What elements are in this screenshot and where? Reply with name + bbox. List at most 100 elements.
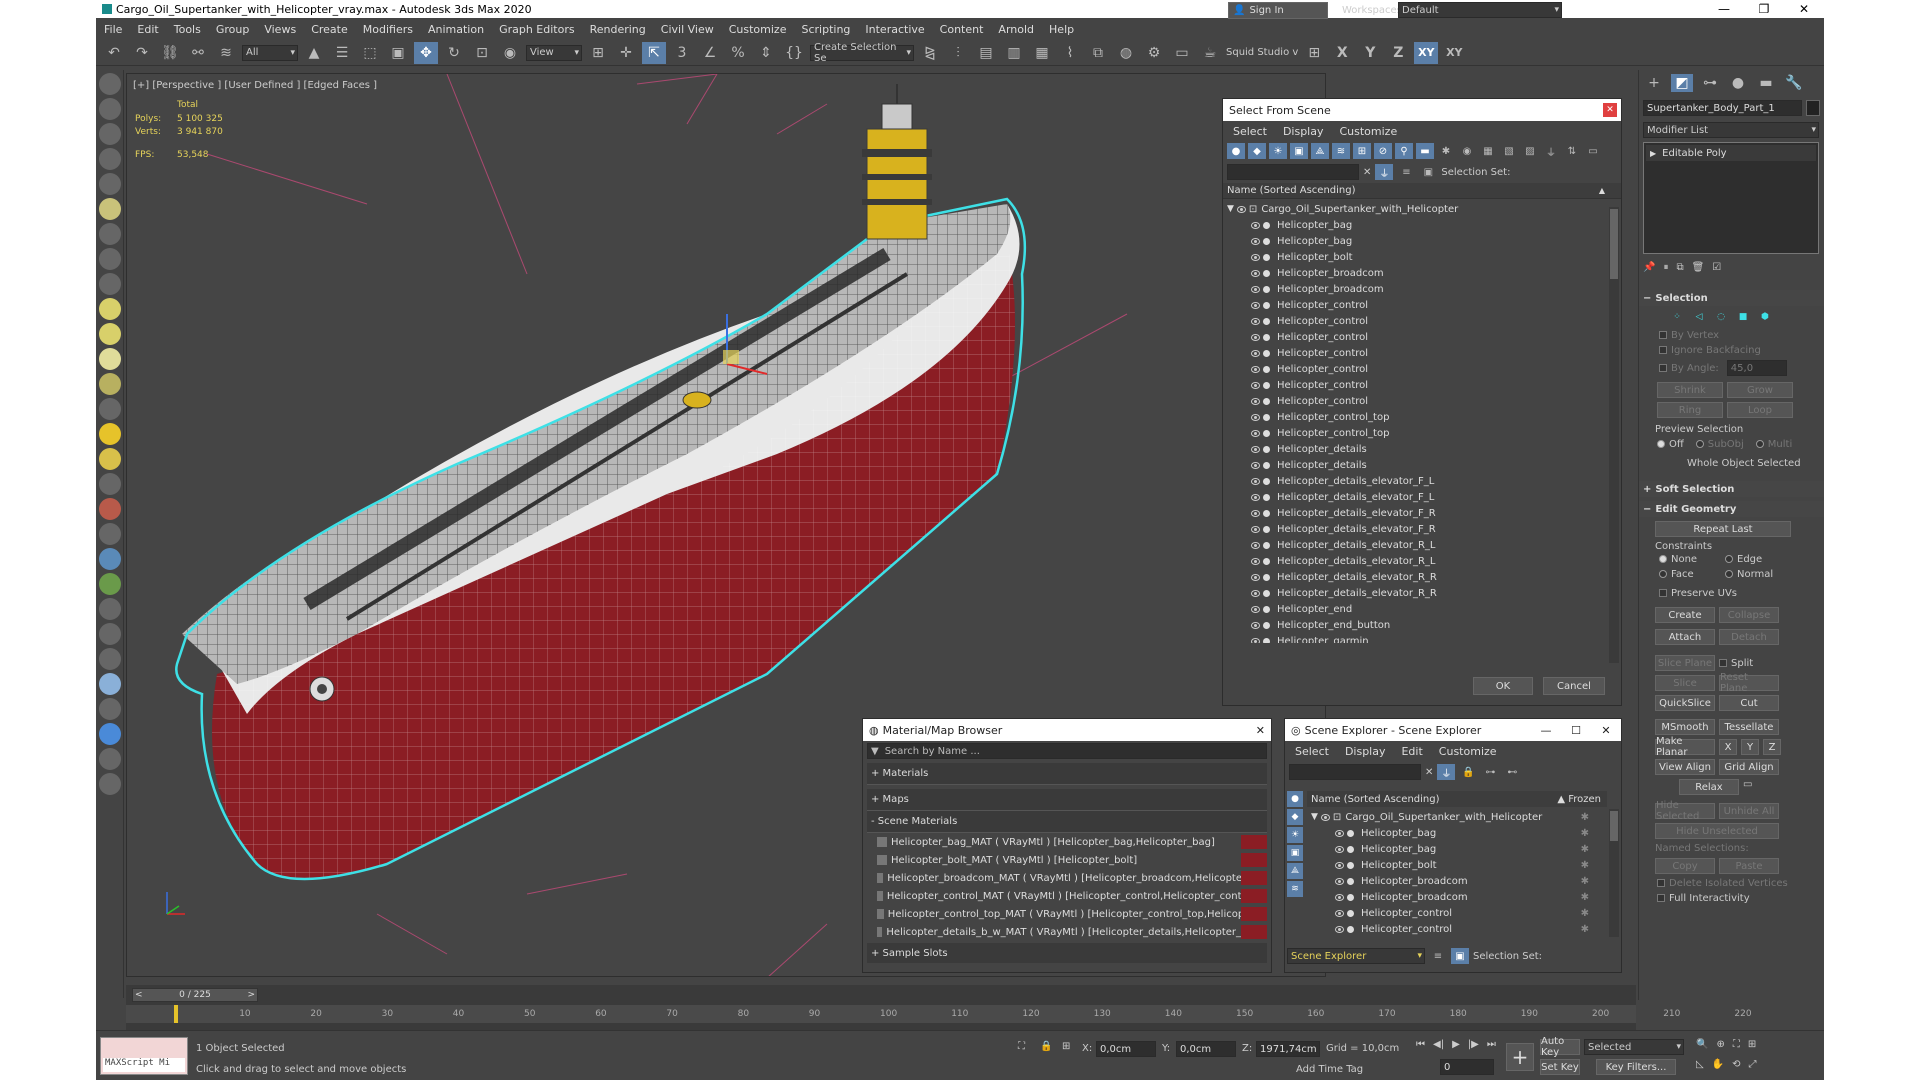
stack-item-editable-poly[interactable]: ▶ Editable Poly xyxy=(1646,145,1816,161)
visibility-icon[interactable] xyxy=(1251,605,1260,613)
isolate-icon[interactable]: ⛶ xyxy=(1018,1041,1025,1052)
se-list-item[interactable]: Helicopter_broadcom ✱ xyxy=(1311,873,1607,889)
delete-isolated-checkbox[interactable]: Delete Isolated Vertices xyxy=(1639,876,1824,891)
ignore-backfacing-box[interactable] xyxy=(1659,346,1667,354)
link-icon[interactable]: ⛓ xyxy=(158,42,182,64)
by-angle-box[interactable] xyxy=(1659,364,1667,372)
freeze-icon[interactable]: ✱ xyxy=(1581,924,1589,935)
visibility-icon[interactable] xyxy=(1251,269,1260,277)
object-name-input[interactable]: Supertanker_Body_Part_1 xyxy=(1643,100,1803,116)
constraint-none-dot[interactable] xyxy=(1659,555,1667,563)
make-unique-icon[interactable]: ⧉ xyxy=(1676,262,1683,276)
plant-icon[interactable] xyxy=(99,573,121,595)
visibility-icon[interactable] xyxy=(1335,845,1344,853)
freeze-icon[interactable]: ✱ xyxy=(1581,860,1589,871)
menu-customize[interactable]: Customize xyxy=(721,23,794,36)
visibility-icon[interactable] xyxy=(1251,557,1260,565)
list-item[interactable]: Helicopter_details_elevator_R_R xyxy=(1227,569,1621,585)
hand-icon[interactable] xyxy=(99,598,121,620)
dome-icon[interactable] xyxy=(99,323,121,345)
filter-funnel-icon[interactable]: ⏚ xyxy=(1542,143,1560,159)
ignore-backfacing-checkbox[interactable]: Ignore Backfacing xyxy=(1639,343,1824,358)
selection-set-icon[interactable]: ▣ xyxy=(1419,164,1437,180)
se-layers-icon[interactable]: ≡ xyxy=(1429,948,1447,964)
list-item[interactable]: Helicopter_control xyxy=(1227,345,1621,361)
display-invert-icon[interactable]: ▨ xyxy=(1521,143,1539,159)
split-box[interactable] xyxy=(1719,659,1727,667)
menu-create[interactable]: Create xyxy=(303,23,355,36)
visibility-icon[interactable] xyxy=(1251,333,1260,341)
track-bar[interactable]: 10 20 30 40 50 60 70 80 90 100 110 120 130 140 150 160 1… xyxy=(126,1005,1752,1023)
go-to-start-icon[interactable]: ⏮ xyxy=(1416,1039,1425,1050)
preview-subobj-dot[interactable] xyxy=(1695,440,1704,448)
current-frame-field[interactable]: 0 xyxy=(1440,1059,1494,1075)
se-helpers-icon[interactable]: ⟁ xyxy=(1287,863,1303,879)
filter-bones-icon[interactable]: ⚲ xyxy=(1395,143,1413,159)
split-checkbox[interactable]: Split xyxy=(1719,655,1753,671)
selection-filter-dropdown[interactable]: All xyxy=(242,44,298,61)
ball-icon[interactable] xyxy=(99,673,121,695)
list-item[interactable]: Helicopter_control xyxy=(1227,329,1621,345)
planar-z-button[interactable]: Z xyxy=(1763,739,1781,755)
edge-mode-icon[interactable]: ◁ xyxy=(1691,310,1707,324)
se-shapes-icon[interactable]: ◆ xyxy=(1287,809,1303,825)
axis-y-button[interactable]: Y xyxy=(1358,42,1382,64)
maximize-viewport-icon[interactable]: ⤢ xyxy=(1749,1059,1757,1070)
list-item[interactable]: Helicopter_bolt xyxy=(1227,249,1621,265)
hf-icon[interactable] xyxy=(99,623,121,645)
se-lock-icon[interactable]: 🔒 xyxy=(1459,764,1477,780)
view-align-button[interactable]: View Align xyxy=(1655,759,1715,775)
create-shape-icon[interactable] xyxy=(99,73,121,95)
preview-multi-radio[interactable]: Multi xyxy=(1755,439,1792,450)
zoom-all-icon[interactable]: ⊕ xyxy=(1716,1039,1724,1050)
visibility-icon[interactable] xyxy=(1335,861,1344,869)
shrink-button[interactable]: Shrink xyxy=(1657,382,1723,398)
tessellate-button[interactable]: Tessellate xyxy=(1719,719,1779,735)
expand-icon[interactable]: ▼ xyxy=(1311,812,1318,822)
list-item[interactable]: Helicopter_control xyxy=(1227,377,1621,393)
visibility-icon[interactable] xyxy=(1251,621,1260,629)
list-item[interactable]: Helicopter_broadcom xyxy=(1227,281,1621,297)
se-search-input[interactable] xyxy=(1289,764,1421,780)
filter-lights-icon[interactable]: ☀ xyxy=(1269,143,1287,159)
list-item[interactable]: Helicopter_control_top xyxy=(1227,425,1621,441)
make-planar-button[interactable]: Make Planar xyxy=(1655,736,1715,758)
zoom-icon[interactable]: 🔍 xyxy=(1696,1039,1708,1050)
gamepad-icon[interactable] xyxy=(99,273,121,295)
render-frame-icon[interactable]: ▭ xyxy=(1170,42,1194,64)
remove-modifier-icon[interactable]: 🗑 xyxy=(1692,262,1705,276)
named-selection-dropdown[interactable]: Create Selection Se xyxy=(810,42,914,64)
se-list-item[interactable]: Helicopter_broadcom ✱ xyxy=(1311,889,1607,905)
list-item-root[interactable]: ▼ ⊡ Cargo_Oil_Supertanker_with_Helicopter xyxy=(1227,201,1621,217)
preserve-uvs-box[interactable] xyxy=(1659,589,1667,597)
se-geometry-icon[interactable]: ● xyxy=(1287,791,1303,807)
relax-settings-icon[interactable]: ▭ xyxy=(1743,779,1752,795)
material-item[interactable]: Helicopter_bag_MAT ( VRayMtl ) [Helicopt… xyxy=(877,833,1267,851)
dialog-list-header[interactable]: Name (Sorted Ascending) ▲ xyxy=(1223,183,1621,199)
se-layer-icon[interactable]: ⊷ xyxy=(1503,764,1521,780)
lock-selection-icon[interactable]: 🔒 xyxy=(1040,1041,1052,1052)
se-cameras-icon[interactable]: ▣ xyxy=(1287,845,1303,861)
key-filters-button[interactable]: Key Filters... xyxy=(1596,1059,1676,1075)
preserve-uvs-checkbox[interactable]: Preserve UVs xyxy=(1639,582,1824,605)
clear-search-icon[interactable]: ✕ xyxy=(1363,167,1371,178)
visibility-icon[interactable] xyxy=(1335,925,1344,933)
help-icon[interactable] xyxy=(99,773,121,795)
filter-hidden-icon[interactable]: ◉ xyxy=(1458,143,1476,159)
x-coordinate-field[interactable]: 0,0cm xyxy=(1096,1041,1156,1057)
unhide-all-button[interactable]: Unhide All xyxy=(1719,803,1779,819)
sun-icon[interactable] xyxy=(99,423,121,445)
visibility-icon[interactable] xyxy=(1251,477,1260,485)
place-icon[interactable]: ◉ xyxy=(498,42,522,64)
hair-icon[interactable] xyxy=(99,523,121,545)
list-item[interactable]: Helicopter_end_button xyxy=(1227,617,1621,633)
se-menu-edit[interactable]: Edit xyxy=(1401,745,1422,758)
group-scene-materials[interactable]: - Scene Materials xyxy=(867,811,1267,833)
particles-icon[interactable] xyxy=(99,473,121,495)
filter-helpers-icon[interactable]: ⟁ xyxy=(1311,143,1329,159)
freeze-icon[interactable]: ✱ xyxy=(1581,876,1589,887)
dialog-scrollbar[interactable] xyxy=(1609,207,1619,663)
menu-views[interactable]: Views xyxy=(256,23,303,36)
move-icon[interactable]: ✥ xyxy=(414,41,438,64)
constraint-normal-dot[interactable] xyxy=(1725,570,1733,578)
